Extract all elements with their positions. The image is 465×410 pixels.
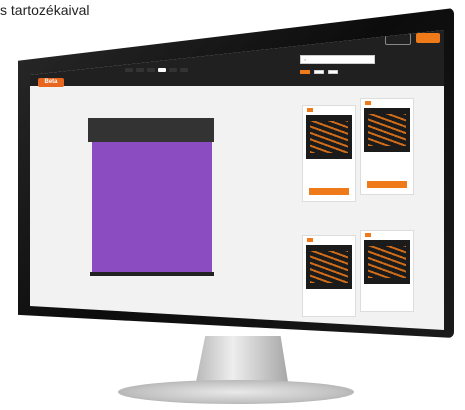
monitor-stand-neck [196,336,288,382]
tool-tray-image [306,245,352,289]
cabinet-panel-preview [92,142,212,272]
card-badge [307,238,313,242]
tool-tray-image [364,240,410,284]
menu-item-4-active[interactable] [158,68,166,72]
tool-tray-image [364,108,410,152]
search-input[interactable]: ⌕ [300,55,375,64]
monitor-stand-base [118,380,354,404]
menu-item-3[interactable] [147,68,155,72]
cabinet-panel-top [88,118,214,142]
page-caption: s tartozékaival [0,2,90,18]
tool-tray-image [306,115,352,159]
order-button[interactable] [416,33,440,43]
search-icon: ⌕ [304,57,307,62]
filter-tab-1[interactable] [300,70,310,74]
product-card[interactable] [302,235,356,317]
menu-item-1[interactable] [125,68,133,72]
filter-tab-3[interactable] [328,70,338,74]
menu-item-6[interactable] [180,68,188,72]
product-card[interactable] [302,105,356,202]
filter-tabs [300,70,338,74]
beta-logo[interactable]: Beta [38,78,64,87]
main-menu [125,68,188,72]
add-button[interactable] [309,188,349,195]
add-button[interactable] [367,181,407,188]
menu-item-2[interactable] [136,68,144,72]
card-badge [365,101,371,105]
monitor-screen: Beta ⌕ [30,30,444,330]
product-card[interactable] [360,98,414,195]
card-badge [365,233,371,237]
card-badge [307,108,313,112]
cabinet-panel-bottom [90,272,214,276]
filter-tab-2[interactable] [314,70,324,74]
product-card[interactable] [360,230,414,312]
menu-item-5[interactable] [169,68,177,72]
